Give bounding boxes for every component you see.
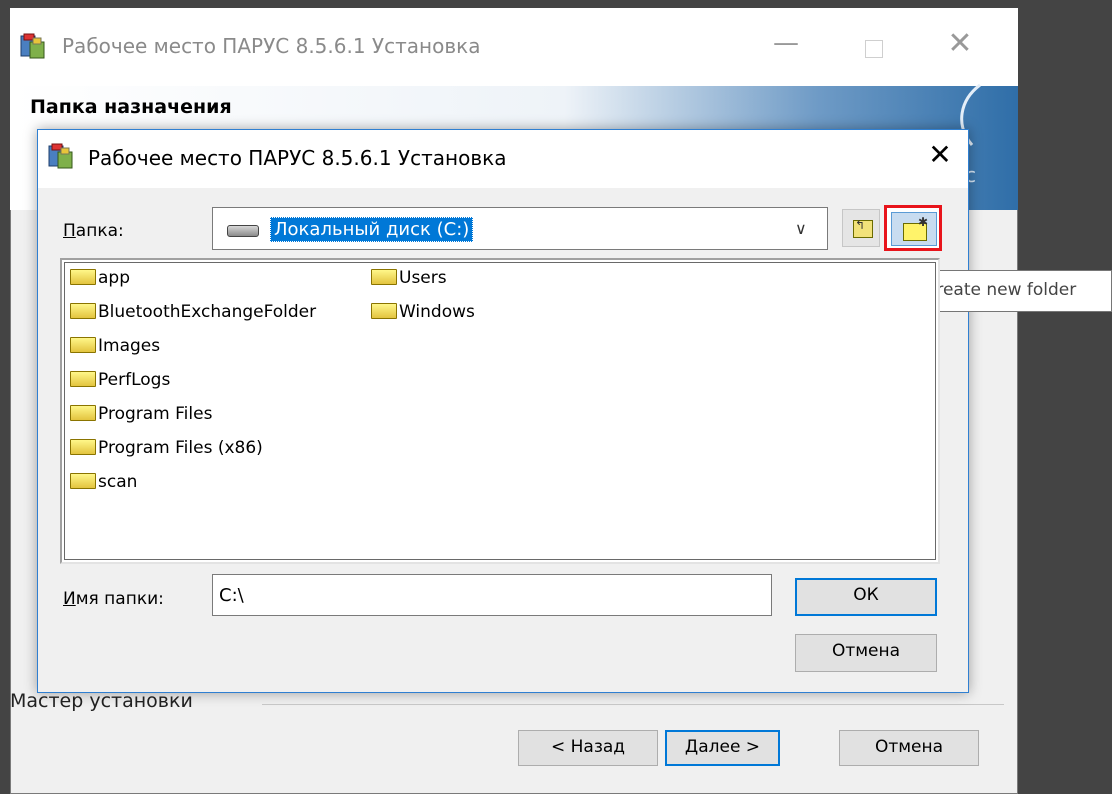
folder-list-item[interactable]: Windows — [371, 298, 475, 326]
folder-name-label-accelerator: И — [63, 589, 76, 609]
folder-icon — [371, 269, 397, 285]
new-folder-button[interactable]: ✱ — [884, 205, 942, 251]
folder-list-item[interactable]: Images — [70, 332, 160, 360]
up-folder-button[interactable]: ↰ — [842, 209, 880, 247]
folder-name-input[interactable] — [212, 574, 772, 616]
folder-list-item[interactable]: Users — [371, 264, 447, 292]
folder-list-item[interactable]: scan — [70, 468, 137, 496]
dialog-cancel-button[interactable]: Отмена — [795, 634, 937, 672]
folder-name: app — [98, 268, 130, 288]
installer-app-icon — [18, 32, 48, 62]
drive-icon — [227, 225, 259, 237]
folder-name: Users — [399, 268, 447, 288]
folder-list-item[interactable]: PerfLogs — [70, 366, 170, 394]
folder-icon — [70, 303, 96, 319]
folder-name: Windows — [399, 302, 475, 322]
maximize-icon[interactable] — [855, 28, 891, 64]
folder-label-text: апка: — [75, 221, 124, 241]
folder-list-item[interactable]: BluetoothExchangeFolder — [70, 298, 316, 326]
dialog-title: Рабочее место ПАРУС 8.5.6.1 Установка — [88, 146, 507, 170]
folder-icon — [70, 439, 96, 455]
new-folder-tooltip: create new folder — [916, 270, 1112, 312]
folder-list-item[interactable]: app — [70, 264, 130, 292]
footer-divider — [262, 704, 1004, 705]
installer-app-icon — [46, 142, 76, 172]
folder-name: BluetoothExchangeFolder — [98, 302, 317, 322]
folder-icon — [70, 473, 96, 489]
folder-name: scan — [98, 472, 138, 492]
close-icon[interactable]: ✕ — [940, 26, 980, 66]
ok-button[interactable]: ОК — [795, 578, 937, 616]
back-button[interactable]: < Назад — [518, 730, 658, 766]
folder-label: Папка: — [63, 221, 124, 241]
minimize-icon[interactable]: — — [768, 28, 804, 64]
up-arrow-icon: ↰ — [855, 218, 866, 232]
folder-label-accelerator: П — [63, 221, 76, 241]
folder-icon — [70, 269, 96, 285]
banner-title: Папка назначения — [30, 96, 232, 118]
sparkle-icon: ✱ — [918, 215, 929, 229]
folder-name: PerfLogs — [98, 370, 171, 390]
dialog-close-icon[interactable]: ✕ — [922, 138, 958, 178]
folder-list-item[interactable]: Program Files (x86) — [70, 434, 263, 462]
next-button[interactable]: Далее > — [665, 730, 780, 766]
installer-title: Рабочее место ПАРУС 8.5.6.1 Установка — [62, 34, 481, 58]
folder-name-label: Имя папки: — [63, 589, 164, 609]
desktop-background-top — [0, 0, 1112, 8]
folder-icon — [70, 337, 96, 353]
drive-select-value: Локальный диск (C:) — [270, 217, 474, 242]
folder-icon — [371, 303, 397, 319]
desktop-background-right — [1018, 0, 1112, 794]
folder-name: Images — [98, 336, 161, 356]
footer-label: Мастер установки — [10, 690, 193, 712]
folder-icon — [70, 371, 96, 387]
new-folder-button-face: ✱ — [891, 212, 937, 246]
installer-cancel-button[interactable]: Отмена — [839, 730, 979, 766]
folder-list-item[interactable]: Program Files — [70, 400, 212, 428]
folder-icon — [70, 405, 96, 421]
folder-name: Program Files — [98, 404, 213, 424]
folder-name: Program Files (x86) — [98, 438, 263, 458]
folder-name-label-text: мя папки: — [75, 589, 164, 609]
chevron-down-icon[interactable]: ∨ — [795, 219, 807, 238]
desktop-background-left — [0, 0, 10, 794]
